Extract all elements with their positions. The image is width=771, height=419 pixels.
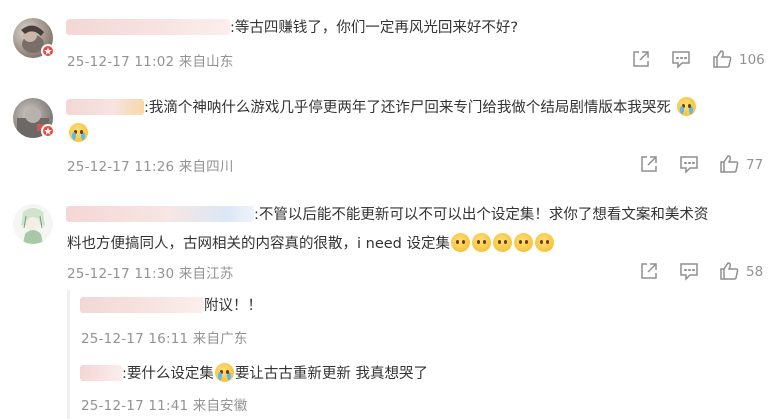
comment-text-line2: [68, 122, 89, 146]
share-icon[interactable]: [638, 153, 660, 175]
reply-text: 附议！！: [204, 298, 262, 314]
comment-item: :等古四赚钱了，你们一定再风光回来好不好? 25-12-17 11:02 来自山…: [0, 0, 771, 85]
like-count: 77: [746, 157, 764, 173]
reply-meta: 25-12-17 16:11 来自广东: [81, 331, 248, 347]
shocked-face-emoji: [450, 233, 470, 252]
crying-face-emoji: [214, 363, 234, 382]
reply-meta: 25-12-17 11:41 来自安徽: [81, 398, 248, 414]
comment-meta: 25-12-17 11:30 来自江苏: [67, 266, 234, 282]
like-count: 58: [746, 264, 764, 280]
comment-text: :我滴个神呐什么游戏几乎停更两年了还诈尸回来专门给我做个结局剧情版本我哭死: [144, 96, 697, 120]
username-blurred[interactable]: [80, 365, 122, 381]
like-count: 106: [739, 52, 765, 68]
shocked-face-emoji: [534, 233, 554, 252]
avatar[interactable]: [13, 204, 53, 244]
shocked-face-emoji: [513, 233, 533, 252]
crying-face-emoji: [676, 97, 696, 116]
username-blurred[interactable]: [66, 19, 230, 35]
comment-meta: 25-12-17 11:02 来自山东: [67, 54, 234, 70]
comment-icon[interactable]: [670, 48, 692, 70]
reply-item: :要什么设定集 要让古古重新更新 我真想哭了 25-12-17 11:41 来自安…: [0, 358, 771, 419]
crying-face-emoji: [69, 123, 88, 142]
comment-text: :等古四赚钱了，你们一定再风光回来好不好?: [230, 20, 519, 36]
shocked-face-emoji: [471, 233, 491, 252]
comment-text: :不管以后能不能更新可以不可以出个设定集！求你了想看文案和美术资: [254, 207, 709, 223]
share-icon[interactable]: [630, 48, 652, 70]
username-blurred[interactable]: [80, 297, 204, 313]
thumbs-up-icon[interactable]: [718, 153, 740, 175]
comment-text-line2: 料也方便搞同人，古网相关的内容真的很散，i need 设定集: [67, 232, 555, 256]
comment-icon[interactable]: [678, 153, 700, 175]
verified-badge-icon: [41, 124, 55, 138]
comment-meta: 25-12-17 11:26 来自四川: [67, 159, 234, 175]
comment-icon[interactable]: [678, 260, 700, 282]
thumbs-up-icon[interactable]: [711, 48, 733, 70]
share-icon[interactable]: [638, 260, 660, 282]
thumbs-up-icon[interactable]: [718, 260, 740, 282]
verified-badge-icon: [41, 44, 55, 58]
comment-item: :不管以后能不能更新可以不可以出个设定集！求你了想看文案和美术资 料也方便搞同人…: [0, 190, 771, 290]
username-blurred[interactable]: [66, 206, 254, 222]
avatar-image: [21, 208, 45, 244]
reply-item: 附议！！ 25-12-17 16:11 来自广东: [0, 292, 771, 352]
username-blurred[interactable]: [66, 99, 144, 115]
comment-item: :我滴个神呐什么游戏几乎停更两年了还诈尸回来专门给我做个结局剧情版本我哭死 25…: [0, 85, 771, 190]
shocked-face-emoji: [492, 233, 512, 252]
reply-text: :要什么设定集 要让古古重新更新 我真想哭了: [122, 362, 428, 386]
